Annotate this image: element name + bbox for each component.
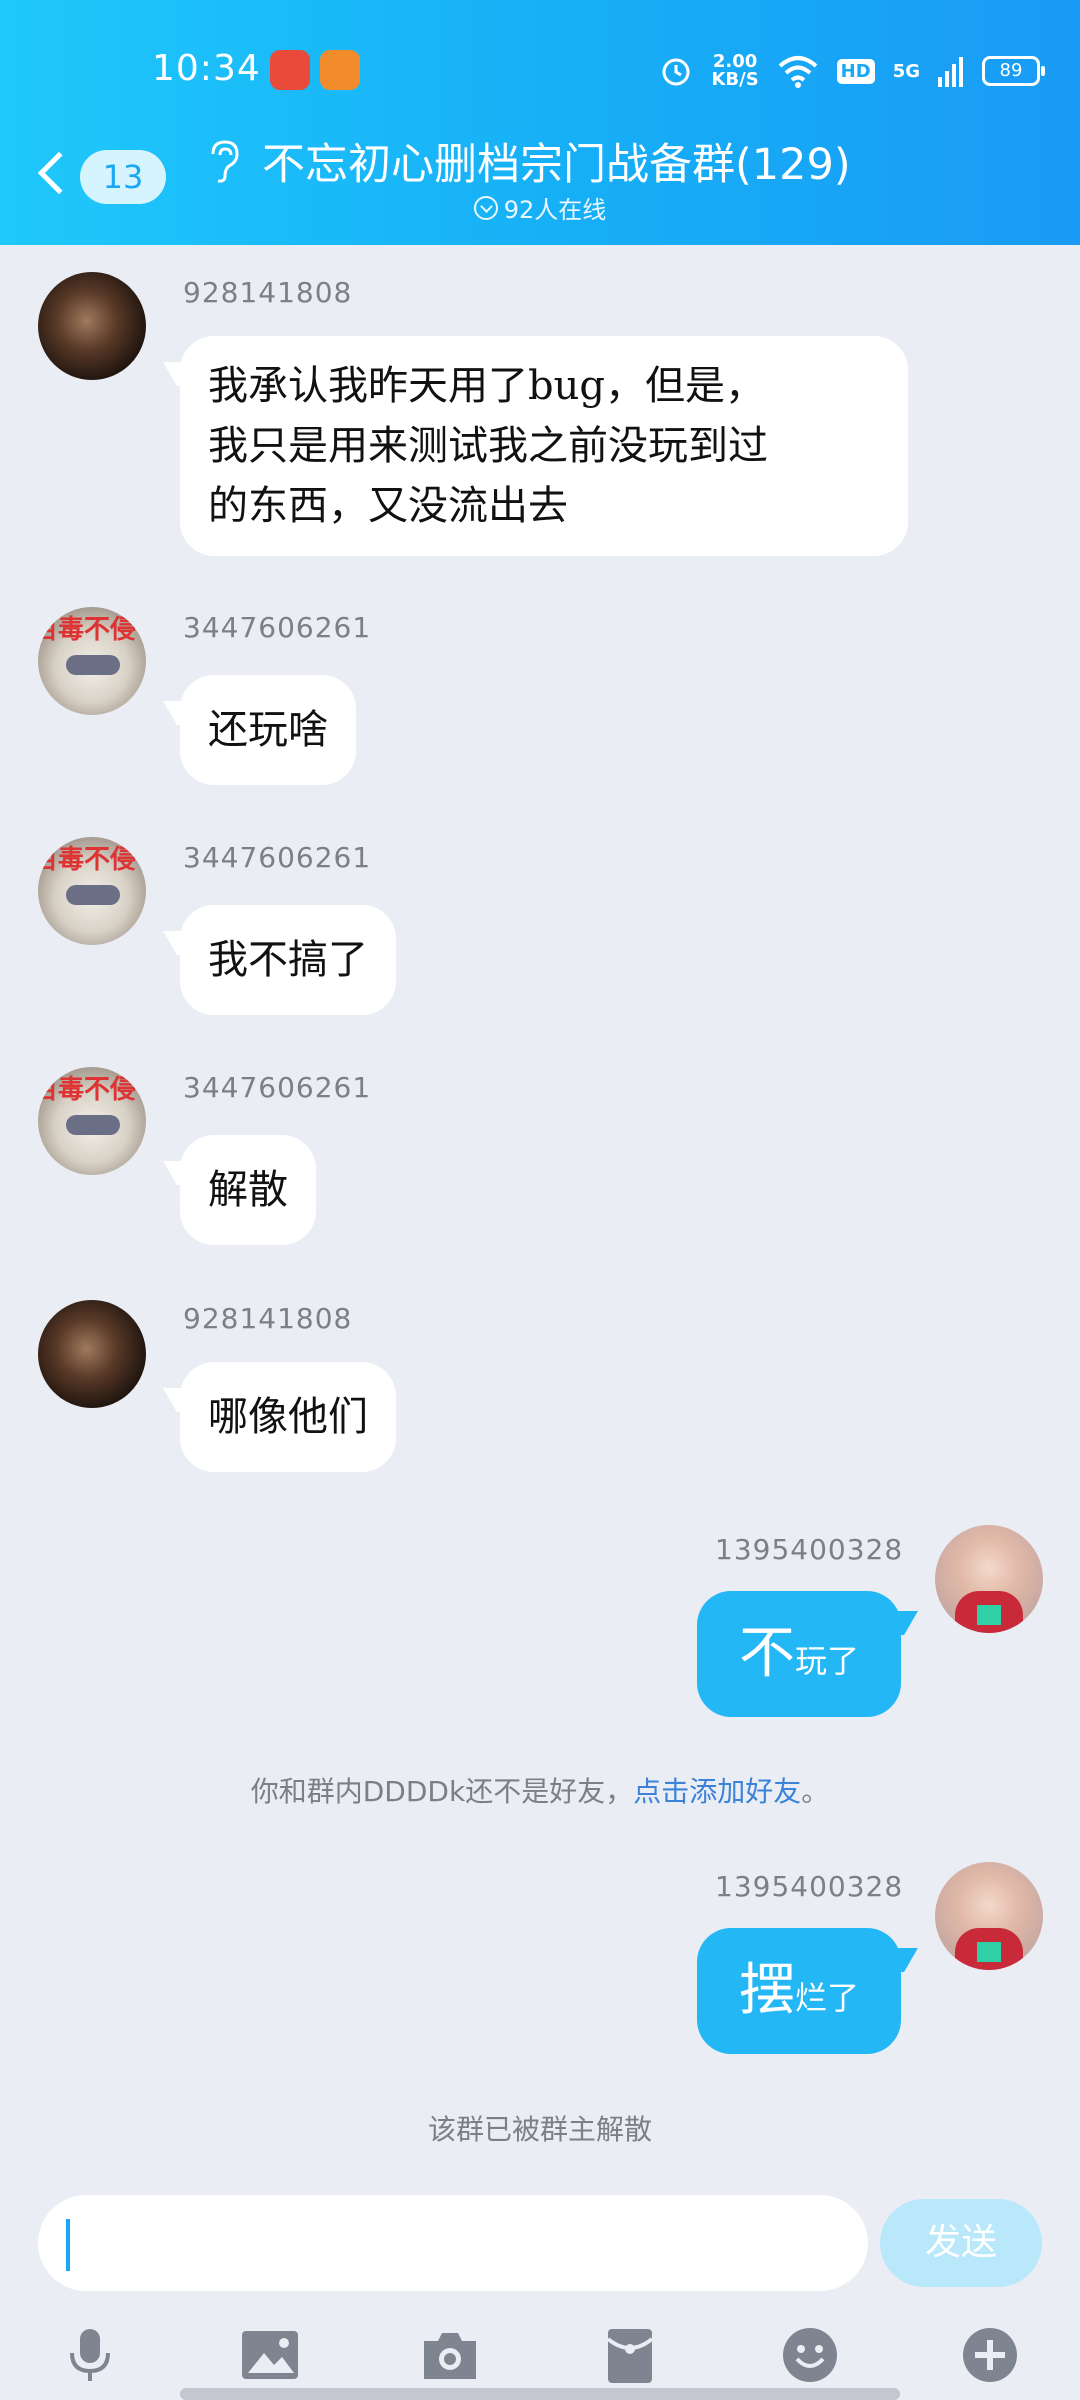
message-text-small: 玩了 [794, 1642, 859, 1680]
sunglasses-graphic [66, 655, 120, 675]
sender-id: 3447606261 [183, 1071, 372, 1104]
add-friend-link[interactable]: 点击添加好友 [633, 1775, 801, 1808]
message-text-line: 我只是用来测试我之前没玩到过 [208, 423, 768, 469]
message-text-small: 烂了 [794, 1979, 859, 2017]
emoji-icon[interactable] [780, 2325, 840, 2385]
sender-id: 1395400328 [715, 1870, 904, 1903]
message-text-large: 摆 [738, 1958, 795, 2023]
avatar[interactable]: 百毒不侵 [38, 607, 146, 715]
avatar-sticker-text: 百毒不侵 [38, 845, 137, 875]
group-title[interactable]: 不忘初心删档宗门战备群(129) [262, 130, 851, 192]
friend-notice: 你和群内DDDDk还不是好友，点击添加好友。 [0, 1770, 1080, 1810]
sender-id: 1395400328 [715, 1533, 904, 1566]
avatar[interactable] [38, 1300, 146, 1408]
input-toolbar [0, 2325, 1080, 2385]
message-text-line: 的东西，又没流出去 [208, 483, 568, 529]
message-bubble[interactable]: 还玩啥 [180, 675, 356, 785]
message-bubble[interactable]: 摆烂了 [697, 1928, 901, 2054]
home-indicator[interactable] [180, 2388, 900, 2400]
message-bubble[interactable]: 我不搞了 [180, 905, 396, 1015]
friend-notice-text: 你和群内DDDDk还不是好友， [250, 1775, 634, 1808]
battery-indicator: 89 [982, 56, 1045, 86]
sunglasses-graphic [66, 1115, 120, 1135]
online-count[interactable]: 92人在线 [0, 190, 1080, 226]
group-disbanded-notice: 该群已被群主解散 [427, 2113, 652, 2146]
status-time: 10:34 [152, 48, 261, 89]
avatar[interactable]: 百毒不侵 [38, 837, 146, 945]
message-bubble[interactable]: 我承认我昨天用了bug，但是， 我只是用来测试我之前没玩到过 的东西，又没流出去 [180, 336, 908, 556]
sunglasses-graphic [66, 885, 120, 905]
message-bubble[interactable]: 哪像他们 [180, 1362, 396, 1472]
camera-icon[interactable] [420, 2325, 480, 2385]
microphone-icon[interactable] [60, 2325, 120, 2385]
status-indicators: 2.00 KB/S HD 5G 89 [659, 48, 1045, 94]
message-bubble[interactable]: 不玩了 [697, 1591, 901, 1717]
notification-app-icon [270, 50, 310, 90]
red-packet-icon[interactable] [600, 2325, 660, 2385]
avatar[interactable] [38, 272, 146, 380]
sender-id: 928141808 [183, 1302, 353, 1335]
costume-patch [977, 1605, 1001, 1625]
chat-message-self: 1395400328 不玩了 [0, 1525, 1080, 1725]
avatar[interactable]: 百毒不侵 [38, 1067, 146, 1175]
chevron-down-icon [473, 195, 498, 220]
image-icon[interactable] [240, 2325, 300, 2385]
ear-icon[interactable] [205, 138, 241, 184]
hd-badge: HD [836, 58, 875, 84]
alarm-icon [662, 58, 690, 86]
avatar[interactable] [935, 1862, 1043, 1970]
browser-app-icon [320, 50, 360, 90]
message-text-large: 不 [738, 1621, 795, 1686]
chat-message: 928141808 我承认我昨天用了bug，但是， 我只是用来测试我之前没玩到过… [0, 270, 1080, 570]
avatar-sticker-text: 百毒不侵 [38, 615, 137, 645]
signal-bars-icon [938, 57, 963, 87]
net-speed-unit: KB/S [711, 69, 759, 90]
signal-label: 5G [892, 60, 920, 82]
avatar[interactable] [935, 1525, 1043, 1633]
chat-message: 百毒不侵 3447606261 解散 [0, 1065, 1080, 1245]
sender-id: 3447606261 [183, 611, 372, 644]
net-speed: 2.00 KB/S [711, 53, 758, 89]
friend-notice-suffix: 。 [801, 1775, 830, 1808]
chat-message: 928141808 哪像他们 [0, 1300, 1080, 1480]
status-bar: 10:34 2.00 KB/S HD 5G 89 [0, 40, 1080, 100]
avatar-sticker-text: 百毒不侵 [38, 1075, 137, 1105]
input-area: 发送 [0, 2185, 1080, 2400]
chat-header: 10:34 2.00 KB/S HD 5G 89 13 不忘初心删档宗门战备群(… [0, 0, 1080, 245]
chat-message-self: 1395400328 摆烂了 [0, 1862, 1080, 2062]
text-caret [66, 2219, 70, 2271]
message-bubble[interactable]: 解散 [180, 1135, 316, 1245]
message-input[interactable] [38, 2195, 868, 2291]
chat-message: 百毒不侵 3447606261 我不搞了 [0, 835, 1080, 1015]
back-chevron-icon [37, 151, 81, 195]
send-button[interactable]: 发送 [880, 2199, 1042, 2287]
message-text-line: 我承认我昨天用了bug，但是， [208, 363, 765, 409]
sender-id: 928141808 [183, 276, 353, 309]
costume-patch [977, 1942, 1001, 1962]
sender-id: 3447606261 [183, 841, 372, 874]
chat-message: 百毒不侵 3447606261 还玩啥 [0, 605, 1080, 785]
online-count-label: 92人在线 [503, 196, 607, 224]
wifi-icon [778, 56, 817, 88]
plus-icon[interactable] [960, 2325, 1020, 2385]
